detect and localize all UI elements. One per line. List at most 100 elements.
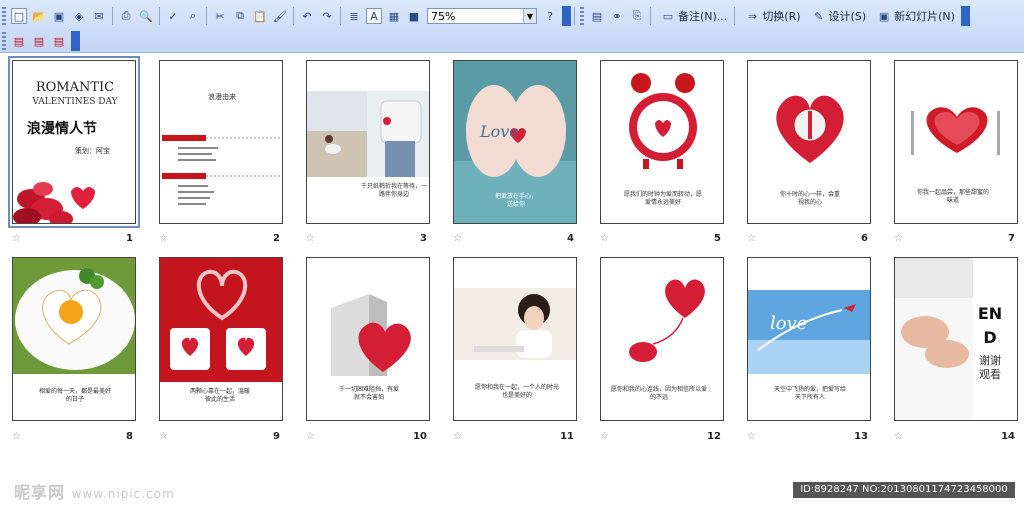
slide-number: 8 [126,431,133,442]
toolbar-grip[interactable] [2,32,6,50]
zoom-value: 75% [431,10,456,23]
slide-number: 11 [560,431,574,442]
slide-title-en: ROMANTIC [35,80,115,95]
brick-wall-heart-image [331,294,411,376]
cut-icon[interactable]: ✂ [212,8,228,24]
slide-number: 6 [861,233,868,244]
slide-star-icon: ☆ [159,431,168,442]
heart-egg-image [13,258,135,374]
print-icon[interactable]: ⎙ [118,8,134,24]
show-formatting-icon[interactable]: A [366,8,382,24]
slide-thumbnail-4[interactable]: Love 把爱放在手心，送给你 [453,60,577,224]
research-icon[interactable]: ⌕ [185,8,201,24]
slide-number: 7 [1008,233,1015,244]
slide-title-zh: 浪漫情人节 [27,121,97,137]
undo-icon[interactable]: ↶ [299,8,315,24]
save-icon[interactable]: ▣ [51,8,67,24]
transition-button[interactable]: ⇒ 切换(R) [742,8,801,24]
new-document-icon[interactable]: □ [11,8,27,24]
design-button[interactable]: ✎ 设计(S) [809,8,866,24]
alarm-clock-image [629,73,697,169]
heart-timer-image [776,95,844,163]
toolbar-row-standard: □ 📂 ▣ ◈ ✉ ⎙ 🔍 ✓ ⌕ ✂ ⧉ 📋 🖌 ↶ ↷ ≣ A ▦ ■ 75… [0,5,970,27]
pdf-review-icon[interactable]: ▤ [51,33,67,49]
slide-caption: 把爱放在手心，送给你 [494,193,537,208]
slide-star-icon: ☆ [894,233,903,244]
copy-icon[interactable]: ⧉ [232,8,248,24]
toolbar-grip[interactable] [2,7,6,25]
love-logo-text: love [770,313,808,334]
toolbar-options-icon[interactable] [960,6,970,26]
rose-petals-image [13,182,95,223]
toolbar-options-icon[interactable] [71,31,80,51]
notes-button[interactable]: ▭ 备注(N)... [658,8,728,24]
slide-caption: 愿你和我在一起，一个人的时光也是美好的 [474,384,559,399]
slide-star-icon: ☆ [306,431,315,442]
slide-thumbnail-5[interactable]: 愿我们的时钟为爱而转动，愿爱情永远美好 [600,60,724,224]
hyperlink-icon[interactable]: ⚭ [609,8,625,24]
slide-number: 1 [126,233,133,244]
toolbar-row-pdf: ▤ ▤ ▤ [0,30,80,52]
slide-star-icon: ☆ [12,233,21,244]
redo-icon[interactable]: ↷ [319,8,335,24]
slide-star-icon: ☆ [159,233,168,244]
slide-caption: 愿我们的时钟为爱而转动，愿爱情永远美好 [623,191,702,206]
clipboard-icon[interactable]: ⎘ [629,8,645,24]
slide-thumbnail-6[interactable]: 你十时的心一样，会重视我的心 [747,60,871,224]
spelling-icon[interactable]: ✓ [165,8,181,24]
slide-star-icon: ☆ [306,233,315,244]
slide-thumbnail-8[interactable]: 相爱的每一天，都是最美好的日子 [12,257,136,421]
slide-thumbnail-1[interactable]: ROMANTIC VALENTINES DAY 浪漫情人节 策划：阿宝 [8,56,140,228]
slide-title: 浪漫由来 [208,93,236,101]
chevron-down-icon[interactable]: ▼ [523,9,536,23]
slide-number: 14 [1001,431,1015,442]
pdf-email-icon[interactable]: ▤ [31,33,47,49]
slide-thumbnail-2[interactable]: 浪漫由来 [159,60,283,224]
slide-outline-graphic [162,135,280,205]
beach-couple-image [307,91,429,177]
slide-star-icon: ☆ [12,431,21,442]
open-folder-icon[interactable]: 📂 [31,8,47,24]
slide-number: 9 [273,431,280,442]
help-icon[interactable]: ? [542,8,558,24]
slide-star-icon: ☆ [453,233,462,244]
slide-thumbnail-14[interactable]: END 谢谢观看 [894,257,1018,421]
pdf-convert-icon[interactable]: ▤ [11,33,27,49]
slide-caption: 愿你和我的心连线，因为相信所以爱的不远 [611,386,708,401]
toolbar-options-icon[interactable] [562,6,571,26]
slide-thumbnail-11[interactable]: 愿你和我在一起，一个人的时光也是美好的 [453,257,577,421]
color-grayscale-icon[interactable]: ■ [406,8,422,24]
paste-icon[interactable]: 📋 [252,8,268,24]
grid-icon[interactable]: ▦ [386,8,402,24]
slide-thumbnail-9[interactable]: 两颗心靠在一起，温暖彼此的生活 [159,257,283,421]
slide-number: 13 [854,431,868,442]
design-icon: ✎ [813,9,824,23]
transition-icon: ⇒ [747,9,757,23]
love-logo-text: Love [480,122,519,141]
slide-show-icon[interactable]: ▤ [589,8,605,24]
expand-all-icon[interactable]: ≣ [346,8,362,24]
sky-plane-image [748,290,870,374]
slide-number: 10 [413,431,427,442]
slide-caption: 相爱的每一天，都是最美好的日子 [39,388,112,403]
slide-thumbnail-12[interactable]: 愿你和我的心连线，因为相信所以爱的不远 [600,257,724,421]
slide-caption: 你十时的心一样，会重视我的心 [779,191,840,206]
slide-thumbnail-7[interactable]: 你我一起品尝，那些甜蜜的味道 [894,60,1018,224]
slide-thumbnail-3[interactable]: 千只纸鹤折我在等待，一路伴你身边 [306,60,430,224]
slide-thumbnail-13[interactable]: love 天空中飞扬的爱，把爱写给天下所有人 [747,257,871,421]
print-preview-icon[interactable]: 🔍 [138,8,154,24]
heart-mugs-image [160,258,282,382]
format-painter-icon[interactable]: 🖌 [272,8,288,24]
permission-icon[interactable]: ◈ [71,8,87,24]
slide-number: 3 [420,233,427,244]
email-icon[interactable]: ✉ [91,8,107,24]
zoom-select[interactable]: 75% ▼ [427,8,537,24]
watermark-logo: 昵享网 www.nipic.com [14,483,175,502]
slide-thumbnail-10[interactable]: 千一切困难阻挡，有爱就不会害怕 [306,257,430,421]
new-slide-button[interactable]: ▣ 新幻灯片(N) [874,8,955,24]
slide-subtitle-en: VALENTINES DAY [32,97,118,107]
girl-reading-image [454,288,576,360]
slide-number: 2 [273,233,280,244]
slide-caption: 你我一起品尝，那些甜蜜的味道 [917,189,990,204]
toolbar-grip[interactable] [580,7,584,25]
